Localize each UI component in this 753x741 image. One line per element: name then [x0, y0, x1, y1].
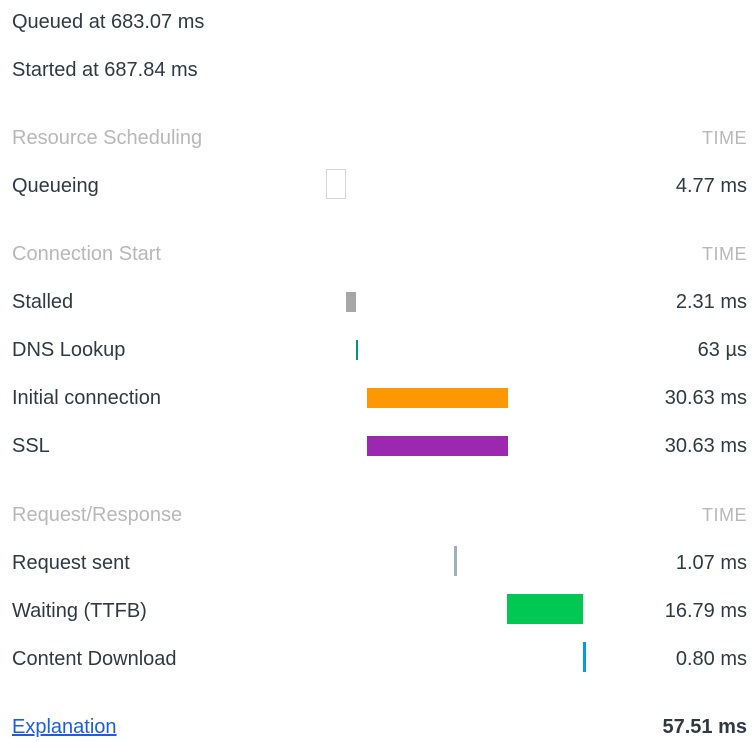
timing-row-dns-lookup: DNS Lookup 63 µs: [12, 336, 747, 364]
dns-lookup-bar: [356, 340, 358, 360]
section-title: Resource Scheduling: [12, 127, 203, 149]
ssl-bar: [367, 436, 508, 456]
time-header: TIME: [702, 128, 747, 148]
row-value: 0.80 ms: [675, 648, 747, 670]
row-value: 1.07 ms: [675, 552, 747, 574]
section-resource-scheduling: Resource Scheduling TIME: [12, 124, 747, 152]
section-request-response: Request/Response TIME: [12, 501, 747, 529]
row-label: SSL: [12, 435, 50, 457]
row-value: 2.31 ms: [675, 291, 747, 313]
row-label: Request sent: [12, 552, 130, 574]
stalled-bar: [346, 292, 356, 312]
timing-row-queueing: Queueing 4.77 ms: [12, 172, 747, 200]
row-value: 30.63 ms: [664, 387, 747, 409]
time-header: TIME: [702, 244, 747, 264]
queueing-bar: [326, 169, 346, 199]
timing-row-content-download: Content Download 0.80 ms: [12, 645, 747, 673]
row-label: Content Download: [12, 648, 177, 670]
row-value: 16.79 ms: [664, 600, 747, 622]
row-value: 4.77 ms: [675, 175, 747, 197]
row-value: 63 µs: [697, 339, 747, 361]
row-label: Queueing: [12, 175, 99, 197]
row-label: Waiting (TTFB): [12, 600, 147, 622]
request-sent-bar: [454, 546, 457, 576]
initial-connection-bar: [367, 388, 508, 408]
queued-at-text: Queued at 683.07 ms: [12, 11, 205, 33]
timing-row-request-sent: Request sent 1.07 ms: [12, 549, 747, 577]
waiting-ttfb-bar: [507, 594, 583, 624]
row-label: DNS Lookup: [12, 339, 126, 361]
timing-row-stalled: Stalled 2.31 ms: [12, 288, 747, 316]
section-title: Connection Start: [12, 243, 161, 265]
total-time: 57.51 ms: [662, 716, 747, 738]
row-label: Initial connection: [12, 387, 161, 409]
row-value: 30.63 ms: [664, 435, 747, 457]
explanation-link[interactable]: Explanation: [12, 713, 117, 741]
section-title: Request/Response: [12, 504, 183, 526]
time-header: TIME: [702, 505, 747, 525]
started-at-text: Started at 687.84 ms: [12, 59, 198, 81]
content-download-bar: [583, 642, 586, 672]
section-connection-start: Connection Start TIME: [12, 240, 747, 268]
row-label: Stalled: [12, 291, 74, 313]
timing-row-waiting-ttfb: Waiting (TTFB) 16.79 ms: [12, 597, 747, 625]
